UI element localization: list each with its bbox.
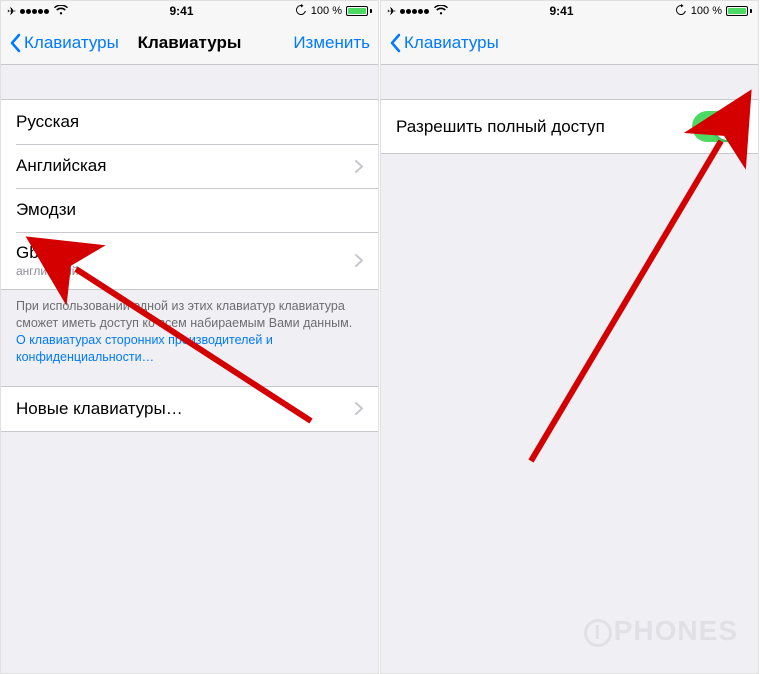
airplane-icon: ✈︎ [7,5,16,18]
row-label: Новые клавиатуры… [16,399,183,419]
signal-dots-icon [400,5,430,17]
chevron-right-icon [355,160,363,173]
keyboard-row-emoji[interactable]: Эмодзи [1,188,378,232]
battery-icon [726,6,752,16]
row-label: Русская [16,112,79,132]
full-access-group: Разрешить полный доступ [381,99,758,154]
chevron-left-icon [9,33,21,53]
status-bar: ✈︎ 9:41 100 % [1,1,378,21]
keyboards-group: Русская Английская Эмодзи Gboard английс… [1,99,378,290]
wifi-icon [54,5,68,18]
row-label: Разрешить полный доступ [396,117,605,137]
row-label: Gboard [16,243,78,263]
chevron-left-icon [389,33,401,53]
screen-full-access: ✈︎ 9:41 100 % [380,0,759,674]
keyboard-row-gboard[interactable]: Gboard английский [1,232,378,289]
signal-dots-icon [20,5,50,17]
chevron-right-icon [355,402,363,415]
nav-back-label: Клавиатуры [24,33,119,53]
row-label: Эмодзи [16,200,76,220]
status-bar: ✈︎ 9:41 100 % [381,1,758,21]
screen-keyboards-list: ✈︎ 9:41 100 % [0,0,379,674]
nav-back-button[interactable]: Клавиатуры [389,33,499,53]
add-keyboard-row[interactable]: Новые клавиатуры… [1,387,378,431]
row-sublabel: английский [16,264,78,278]
keyboard-row-english[interactable]: Английская [1,144,378,188]
full-access-row[interactable]: Разрешить полный доступ [381,100,758,153]
nav-bar: Клавиатуры [381,21,758,65]
wifi-icon [434,5,448,18]
battery-icon [346,6,372,16]
status-time: 9:41 [169,4,193,18]
add-keyboard-group: Новые клавиатуры… [1,386,378,432]
full-access-toggle[interactable] [692,111,743,142]
group-footer: При использовании одной из этих клавиату… [1,290,378,366]
status-time: 9:41 [549,4,573,18]
rotation-lock-icon [295,4,307,19]
nav-edit-button[interactable]: Изменить [293,33,370,53]
battery-percent: 100 % [691,5,722,17]
row-label: Английская [16,156,106,176]
nav-bar: Клавиатуры Клавиатуры Изменить [1,21,378,65]
nav-back-label: Клавиатуры [404,33,499,53]
battery-percent: 100 % [311,5,342,17]
airplane-icon: ✈︎ [387,5,396,18]
chevron-right-icon [355,254,363,267]
watermark: IPHONES [584,615,738,647]
annotation-arrow [511,111,751,476]
rotation-lock-icon [675,4,687,19]
keyboard-row-russian[interactable]: Русская [1,100,378,144]
footer-link[interactable]: О клавиатурах сторонних производителей и… [16,333,273,364]
footer-text: При использовании одной из этих клавиату… [16,299,352,330]
toggle-knob [714,113,741,140]
nav-back-button[interactable]: Клавиатуры [9,33,119,53]
